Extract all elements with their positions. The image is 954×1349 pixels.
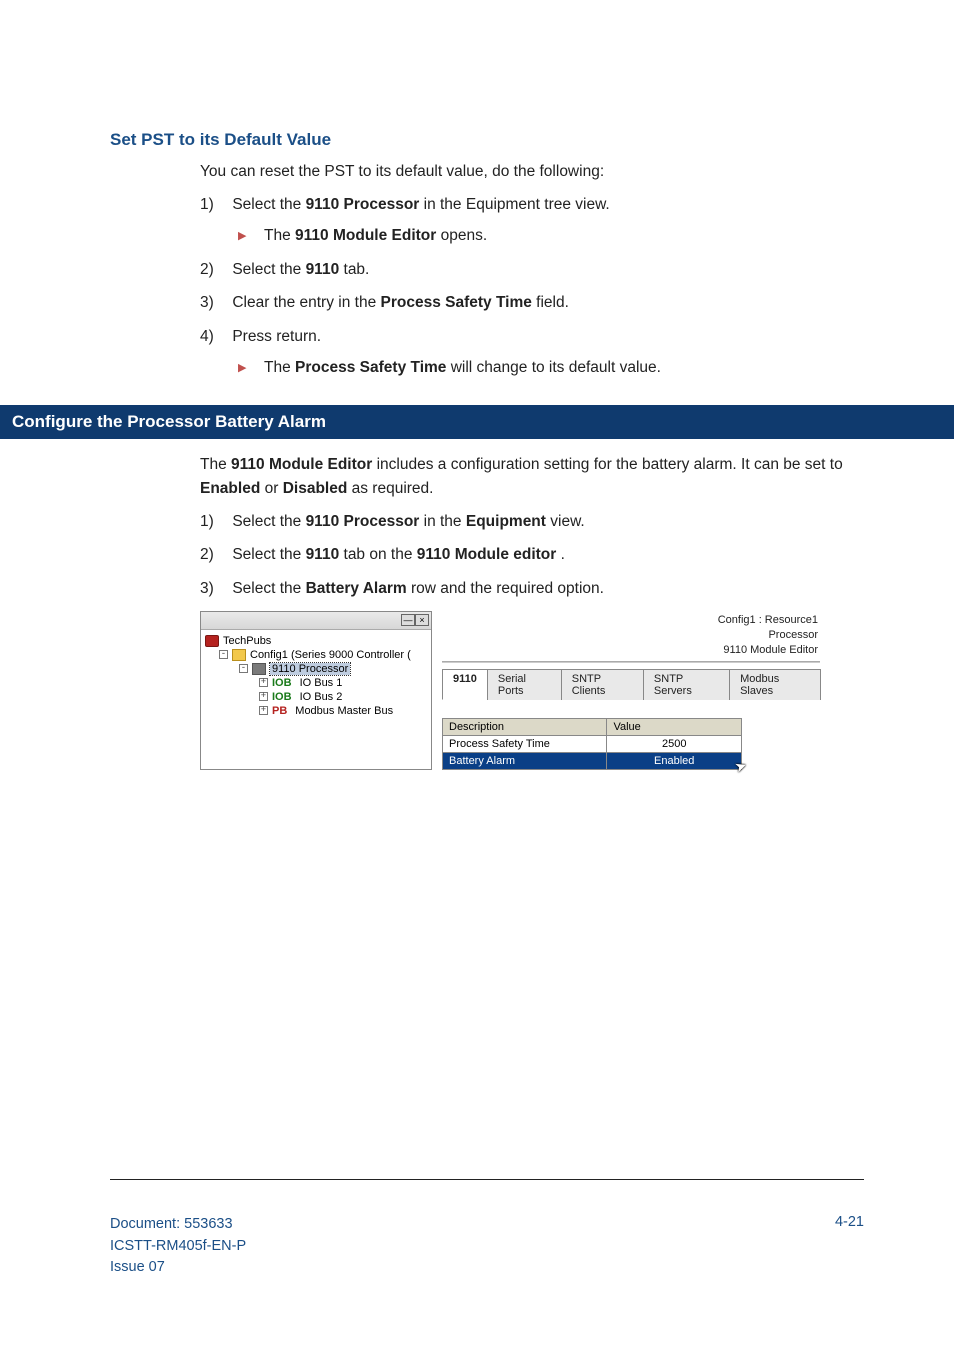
step-number: 3) — [200, 574, 228, 603]
step-1: 1) Select the 9110 Processor in the Equi… — [200, 507, 864, 536]
tree-label: TechPubs — [223, 635, 271, 647]
intro-text: You can reset the PST to its default val… — [200, 160, 864, 184]
processor-icon — [252, 663, 266, 675]
divider — [442, 661, 820, 664]
step-text: Press return. — [232, 328, 321, 345]
tab-sntp-clients[interactable]: SNTP Clients — [561, 669, 644, 700]
step-3: 3) Select the Battery Alarm row and the … — [200, 574, 864, 603]
step-2: 2) Select the 9110 tab on the 9110 Modul… — [200, 540, 864, 569]
editor-subtitle: 9110 Module Editor — [442, 643, 818, 658]
col-description: Description — [443, 718, 607, 735]
tab-serial-ports[interactable]: Serial Ports — [487, 669, 562, 700]
collapse-icon[interactable]: - — [219, 650, 228, 659]
pb-tag: PB — [272, 705, 287, 717]
col-value: Value — [607, 718, 742, 735]
step-number: 2) — [200, 540, 228, 569]
expand-icon[interactable]: + — [259, 692, 268, 701]
footer-page-number: 4-21 — [835, 1214, 864, 1279]
step-4: 4) Press return. ▶ The Process Safety Ti… — [200, 322, 864, 383]
iob-tag: IOB — [272, 677, 292, 689]
tree-node-root[interactable]: TechPubs — [205, 634, 427, 648]
cursor-icon: ➤ — [733, 756, 750, 776]
editor-title: Processor — [442, 628, 818, 643]
step-text: Select the Battery Alarm row and the req… — [232, 580, 604, 597]
table-row-battery-alarm[interactable]: Battery Alarm Enabled ➤ — [443, 752, 742, 769]
steps-list-2: 1) Select the 9110 Processor in the Equi… — [200, 507, 864, 603]
step-number: 3) — [200, 288, 228, 317]
step-text: Clear the entry in the Process Safety Ti… — [232, 294, 569, 311]
step-2: 2) Select the 9110 tab. — [200, 255, 864, 284]
footer-left: Document: 553633 ICSTT-RM405f-EN-P Issue… — [110, 1214, 246, 1279]
step-text: Select the 9110 tab. — [232, 261, 369, 278]
equipment-tree-pane: — × TechPubs - Config1 (Series 9000 Cont… — [200, 611, 432, 770]
collapse-icon[interactable]: - — [239, 664, 248, 673]
step-number: 1) — [200, 190, 228, 219]
tab-9110[interactable]: 9110 — [442, 669, 488, 700]
footer-partnumber: ICSTT-RM405f-EN-P — [110, 1236, 246, 1258]
step-number: 4) — [200, 322, 228, 351]
cell-desc: Process Safety Time — [443, 735, 607, 752]
editor-header: Config1 : Resource1 Processor 9110 Modul… — [442, 613, 820, 658]
tree-label: IO Bus 1 — [300, 677, 343, 689]
footer-rule — [110, 1179, 864, 1180]
step-1: 1) Select the 9110 Processor in the Equi… — [200, 190, 864, 251]
footer-issue: Issue 07 — [110, 1257, 246, 1279]
cell-desc: Battery Alarm — [443, 752, 607, 769]
tree-node-config[interactable]: - Config1 (Series 9000 Controller ( — [205, 648, 427, 662]
expand-icon[interactable]: + — [259, 678, 268, 687]
tab-modbus-slaves[interactable]: Modbus Slaves — [729, 669, 821, 700]
module-editor-pane: Config1 : Resource1 Processor 9110 Modul… — [442, 611, 820, 770]
config-icon — [232, 649, 246, 661]
tree-node-iob2[interactable]: + IOB IO Bus 2 — [205, 690, 427, 704]
breadcrumb: Config1 : Resource1 — [442, 613, 818, 628]
cell-value[interactable]: Enabled ➤ — [607, 752, 742, 769]
tree-label-selected: 9110 Processor — [270, 663, 350, 675]
tree-node-iob1[interactable]: + IOB IO Bus 1 — [205, 676, 427, 690]
table-header-row: Description Value — [443, 718, 742, 735]
tab-sntp-servers[interactable]: SNTP Servers — [643, 669, 730, 700]
intro-text-2: The 9110 Module Editor includes a config… — [200, 453, 864, 501]
editor-tabs: 9110 Serial Ports SNTP Clients SNTP Serv… — [442, 668, 820, 700]
sub-text: The 9110 Module Editor opens. — [264, 227, 487, 244]
tree-node-pb[interactable]: + PB Modbus Master Bus — [205, 704, 427, 718]
section-bar-battery-alarm: Configure the Processor Battery Alarm — [0, 405, 954, 439]
project-icon — [205, 635, 219, 647]
step-text: Select the 9110 Processor in the Equipme… — [232, 513, 584, 530]
window-minimize-icon[interactable]: — — [401, 614, 415, 626]
tree-node-processor[interactable]: - 9110 Processor — [205, 662, 427, 676]
step-3: 3) Clear the entry in the Process Safety… — [200, 288, 864, 317]
tree-label: Modbus Master Bus — [295, 705, 393, 717]
tree-body: TechPubs - Config1 (Series 9000 Controll… — [201, 630, 431, 728]
expand-icon[interactable]: + — [259, 706, 268, 715]
triangle-bullet-icon: ▶ — [238, 358, 260, 379]
steps-list-1: 1) Select the 9110 Processor in the Equi… — [200, 190, 864, 383]
sub-text: The Process Safety Time will change to i… — [264, 359, 661, 376]
sub-bullet: ▶ The Process Safety Time will change to… — [238, 353, 864, 382]
pane-titlebar: — × — [201, 612, 431, 630]
table-row-pst[interactable]: Process Safety Time 2500 — [443, 735, 742, 752]
property-table: Description Value Process Safety Time 25… — [442, 718, 742, 770]
step-text: Select the 9110 tab on the 9110 Module e… — [232, 546, 565, 563]
step-number: 2) — [200, 255, 228, 284]
sub-bullet: ▶ The 9110 Module Editor opens. — [238, 221, 864, 250]
tree-label: IO Bus 2 — [300, 691, 343, 703]
screenshot-figure: — × TechPubs - Config1 (Series 9000 Cont… — [200, 611, 820, 770]
step-text: Select the 9110 Processor in the Equipme… — [232, 196, 609, 213]
step-number: 1) — [200, 507, 228, 536]
iob-tag: IOB — [272, 691, 292, 703]
cell-value[interactable]: 2500 — [607, 735, 742, 752]
window-close-icon[interactable]: × — [415, 614, 429, 626]
page-footer: Document: 553633 ICSTT-RM405f-EN-P Issue… — [110, 1179, 864, 1279]
tree-label: Config1 (Series 9000 Controller ( — [250, 649, 411, 661]
triangle-bullet-icon: ▶ — [238, 226, 260, 247]
footer-document: Document: 553633 — [110, 1214, 246, 1236]
heading-set-pst: Set PST to its Default Value — [110, 130, 864, 150]
